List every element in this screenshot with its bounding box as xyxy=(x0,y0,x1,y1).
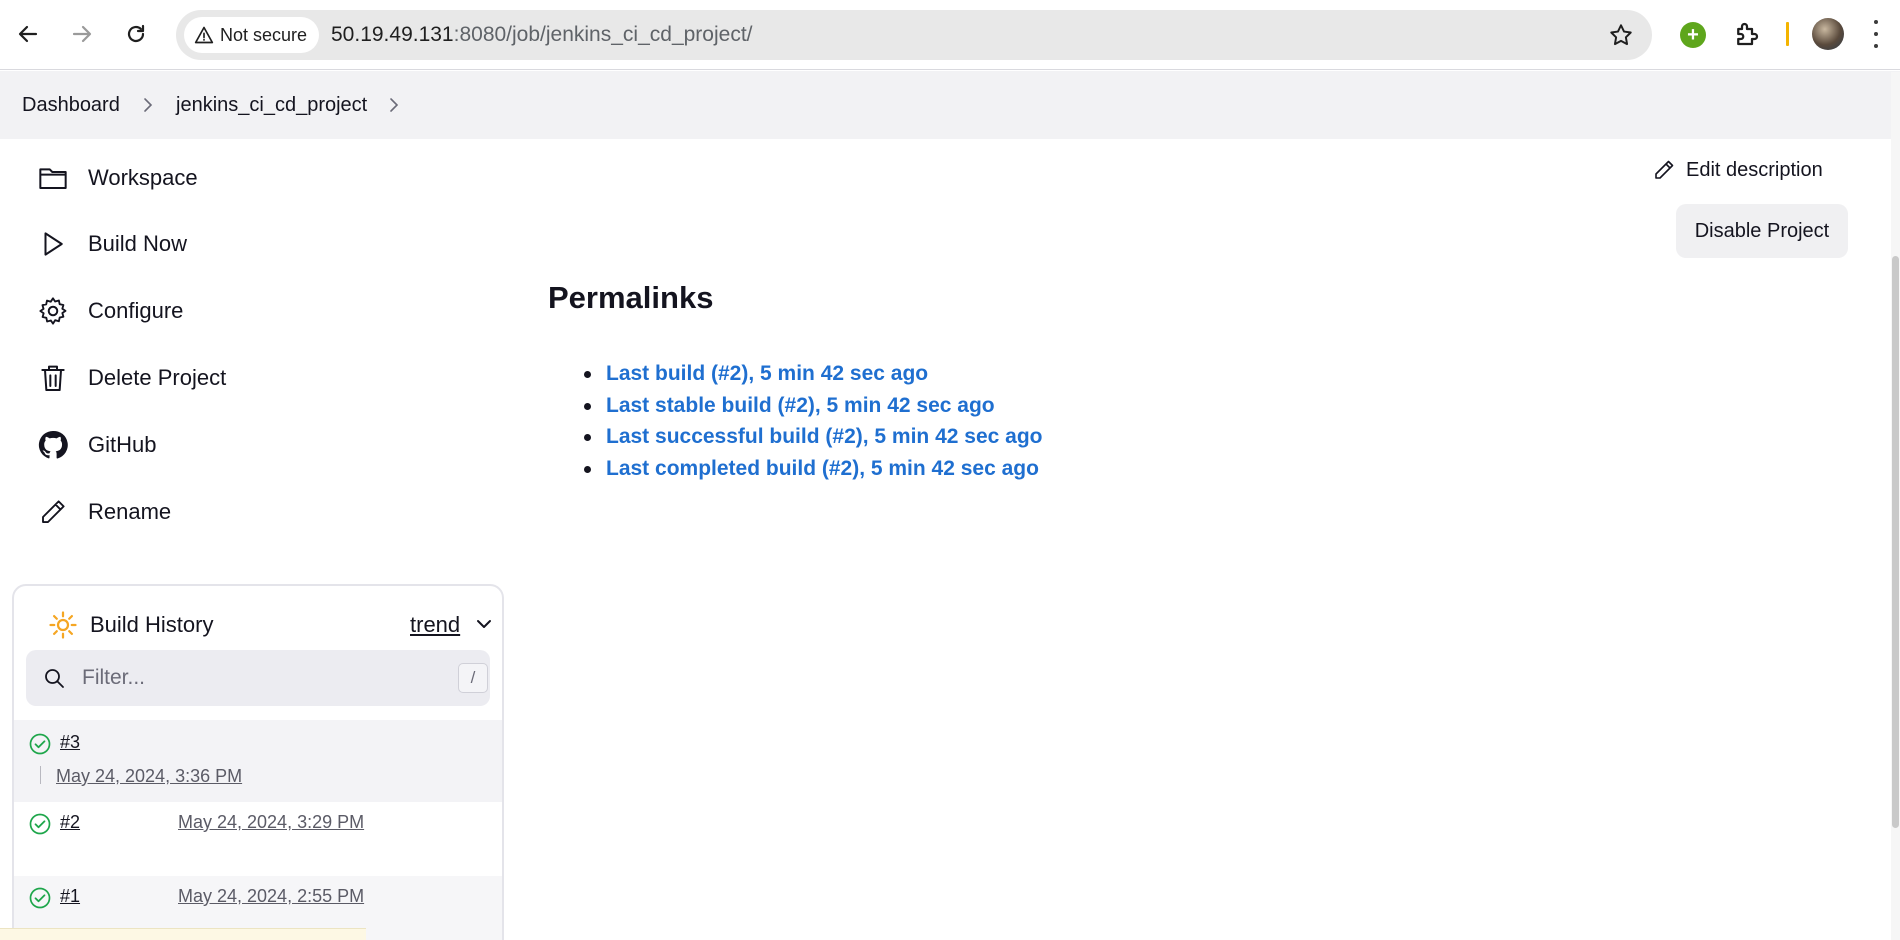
browser-menu-icon[interactable] xyxy=(1872,20,1880,48)
disable-project-button[interactable]: Disable Project xyxy=(1676,204,1848,258)
build-number-link[interactable]: #2 xyxy=(60,812,80,833)
build-history-panel: Build History trend Filter... / #3 May 2… xyxy=(12,584,504,940)
build-row[interactable]: #3 May 24, 2024, 3:36 PM xyxy=(14,720,502,802)
security-chip[interactable]: Not secure xyxy=(184,17,320,53)
chevron-right-icon xyxy=(144,98,153,112)
permalink-last-successful-build[interactable]: Last successful build (#2), 5 min 42 sec… xyxy=(584,425,1043,457)
trash-icon xyxy=(36,361,70,395)
build-date-link[interactable]: May 24, 2024, 3:29 PM xyxy=(178,812,364,833)
url-host: 50.19.49.131 xyxy=(331,23,454,46)
build-filter-input[interactable]: Filter... / xyxy=(26,650,490,706)
extension-plus-icon[interactable]: + xyxy=(1680,22,1706,48)
chevron-right-icon[interactable] xyxy=(386,97,402,113)
profile-avatar[interactable] xyxy=(1812,18,1844,50)
address-bar[interactable]: Not secure 50.19.49.131:8080/job/jenkins… xyxy=(176,10,1652,60)
sidebar-item-build-now[interactable]: Build Now xyxy=(36,224,187,264)
permalink-last-stable-build[interactable]: Last stable build (#2), 5 min 42 sec ago xyxy=(584,394,1043,426)
browser-toolbar: Not secure 50.19.49.131:8080/job/jenkins… xyxy=(0,0,1900,70)
sidebar-item-label: Build Now xyxy=(88,231,188,256)
sidebar-item-label: GitHub xyxy=(88,432,157,457)
permalinks-heading: Permalinks xyxy=(548,280,714,315)
build-row-divider xyxy=(40,766,41,784)
keyboard-shortcut-hint: / xyxy=(458,663,488,693)
breadcrumb-project[interactable]: jenkins_ci_cd_project xyxy=(176,94,367,117)
warning-icon xyxy=(194,26,214,44)
chevron-down-icon[interactable] xyxy=(474,614,494,634)
build-number-link[interactable]: #1 xyxy=(60,886,80,907)
toolbar-divider xyxy=(1786,22,1789,46)
back-icon[interactable] xyxy=(10,16,46,52)
sun-icon xyxy=(49,611,77,639)
permalinks-list: Last build (#2), 5 min 42 sec ago Last s… xyxy=(584,362,1043,488)
bookmark-star-icon[interactable] xyxy=(1608,22,1634,53)
reload-icon[interactable] xyxy=(118,16,154,52)
success-check-icon xyxy=(29,813,51,835)
success-check-icon xyxy=(29,887,51,909)
sidebar-item-label: Delete Project xyxy=(88,365,227,390)
sidebar-item-configure[interactable]: Configure xyxy=(36,291,183,331)
success-check-icon xyxy=(29,733,51,755)
security-chip-label: Not secure xyxy=(220,24,308,45)
url-path: :8080/job/jenkins_ci_cd_project/ xyxy=(453,23,753,46)
edit-description-link[interactable]: Edit description xyxy=(1652,156,1823,184)
permalink-last-build[interactable]: Last build (#2), 5 min 42 sec ago xyxy=(584,362,1043,394)
sidebar-item-delete-project[interactable]: Delete Project xyxy=(36,358,226,398)
gear-icon xyxy=(36,294,70,328)
edit-description-label: Edit description xyxy=(1686,158,1823,181)
breadcrumb-dashboard[interactable]: Dashboard xyxy=(22,94,120,117)
sidebar-item-label: Configure xyxy=(88,298,184,323)
sidebar-item-label: Rename xyxy=(88,499,172,524)
pencil-icon xyxy=(1655,160,1674,179)
build-date-link[interactable]: May 24, 2024, 2:55 PM xyxy=(178,886,364,907)
folder-icon xyxy=(36,161,70,195)
sidebar-item-rename[interactable]: Rename xyxy=(36,492,171,532)
play-icon xyxy=(36,227,70,261)
extensions-puzzle-icon[interactable] xyxy=(1732,19,1762,54)
build-history-header: Build History trend xyxy=(34,606,494,642)
breadcrumb: Dashboard jenkins_ci_cd_project xyxy=(0,71,1900,139)
build-row[interactable]: #2 May 24, 2024, 3:29 PM xyxy=(14,802,502,876)
sidebar-item-github[interactable]: GitHub xyxy=(36,425,156,465)
scrollbar-thumb[interactable] xyxy=(1892,256,1899,828)
link-status-bar xyxy=(0,928,366,940)
build-history-title: Build History xyxy=(90,612,214,637)
trend-link[interactable]: trend xyxy=(410,612,460,638)
build-number-link[interactable]: #3 xyxy=(60,732,80,753)
url-text[interactable]: 50.19.49.131:8080/job/jenkins_ci_cd_proj… xyxy=(331,23,753,47)
github-icon xyxy=(36,428,70,462)
forward-icon[interactable] xyxy=(64,16,100,52)
filter-placeholder: Filter... xyxy=(82,666,146,689)
build-date-link[interactable]: May 24, 2024, 3:36 PM xyxy=(56,766,242,787)
sidebar-item-label: Workspace xyxy=(88,165,198,190)
pencil-icon xyxy=(36,495,70,529)
sidebar-item-workspace[interactable]: Workspace xyxy=(36,158,198,198)
search-icon xyxy=(45,669,64,688)
permalink-last-completed-build[interactable]: Last completed build (#2), 5 min 42 sec … xyxy=(584,457,1043,489)
